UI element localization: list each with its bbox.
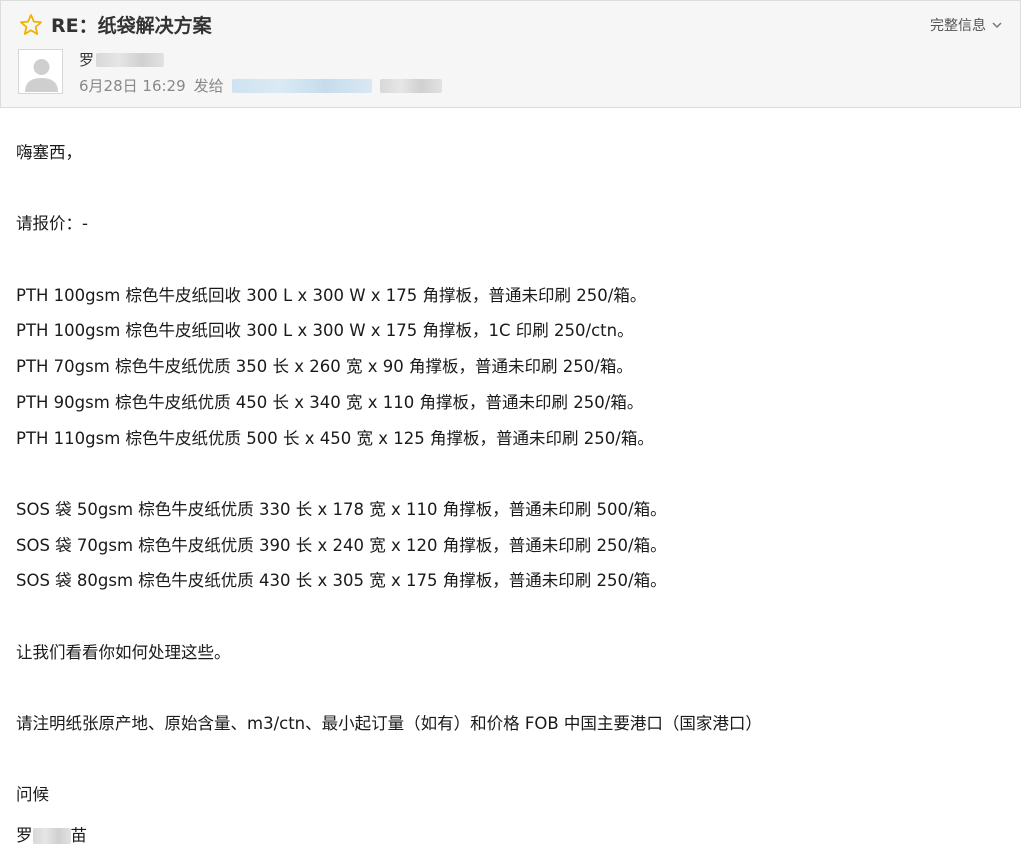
- chevron-down-icon: [992, 22, 1002, 29]
- quote-line: PTH 100gsm 棕色牛皮纸回收 300 L x 300 W x 175 角…: [16, 321, 634, 341]
- quote-line: SOS 袋 70gsm 棕色牛皮纸优质 390 长 x 240 宽 x 120 …: [16, 535, 667, 555]
- quote-line: SOS 袋 80gsm 棕色牛皮纸优质 430 长 x 305 宽 x 175 …: [16, 571, 667, 591]
- full-info-toggle[interactable]: 完整信息: [930, 15, 1002, 35]
- quote-line: PTH 90gsm 棕色牛皮纸优质 450 长 x 340 宽 x 110 角撑…: [16, 392, 644, 412]
- quote-line: PTH 110gsm 棕色牛皮纸优质 500 长 x 450 宽 x 125 角…: [16, 428, 654, 448]
- email-subject: RE：纸袋解决方案: [51, 15, 212, 37]
- email-date-time: 6月28日 16:29: [79, 77, 186, 95]
- signature-start: 罗: [16, 825, 33, 845]
- regards: 问候: [16, 785, 49, 805]
- redacted-recipient-extra: [379, 78, 442, 93]
- quote-line: PTH 100gsm 棕色牛皮纸回收 300 L x 300 W x 175 角…: [16, 285, 647, 305]
- closing-line: 让我们看看你如何处理这些。: [16, 642, 231, 662]
- sender-name[interactable]: 罗: [79, 49, 165, 70]
- avatar[interactable]: [18, 49, 63, 94]
- email-meta: 6月28日 16:29 发给: [79, 75, 442, 96]
- full-info-label: 完整信息: [930, 18, 986, 34]
- quote-request: 请报价：-: [16, 214, 88, 234]
- greeting: 嗨塞西，: [16, 143, 82, 162]
- signature-end: 苗: [70, 825, 88, 845]
- user-silhouette-icon: [19, 50, 62, 93]
- signature: 罗 苗: [16, 818, 1006, 854]
- note-line: 请注明纸张原产地、原始含量、m3/ctn、最小起订量（如有）和价格 FOB 中国…: [16, 714, 762, 733]
- sent-to-label: 发给: [193, 77, 224, 95]
- redacted-recipient[interactable]: [231, 78, 372, 93]
- redacted-signature: [32, 827, 71, 844]
- quote-line: PTH 70gsm 棕色牛皮纸优质 350 长 x 260 宽 x 90 角撑板…: [16, 357, 633, 377]
- email-body: 嗨塞西， 请报价：- PTH 100gsm 棕色牛皮纸回收 300 L x 30…: [16, 140, 1006, 854]
- sender-name-visible: 罗: [79, 51, 95, 69]
- quote-line: SOS 袋 50gsm 棕色牛皮纸优质 330 长 x 178 宽 x 110 …: [16, 499, 667, 519]
- redacted-sender-name: [96, 52, 165, 67]
- star-icon[interactable]: [19, 13, 43, 37]
- email-header: RE：纸袋解决方案 完整信息 罗 6月28日 16:29 发给: [0, 0, 1021, 108]
